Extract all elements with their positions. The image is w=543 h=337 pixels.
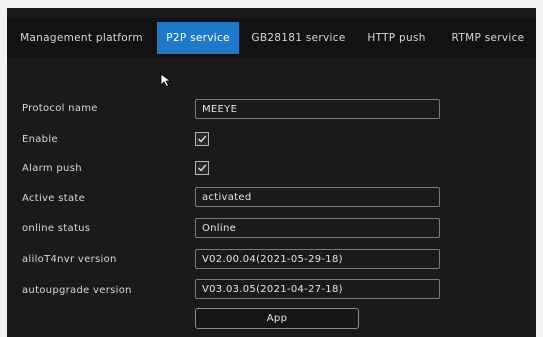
autoupgrade-version-field[interactable] — [195, 279, 440, 299]
online-status-field[interactable] — [195, 218, 440, 238]
mouse-pointer-icon — [160, 73, 172, 87]
alilo-version-field[interactable] — [195, 249, 440, 269]
protocol-name-field[interactable] — [195, 99, 440, 119]
protocol-name-label: Protocol name — [22, 103, 98, 114]
tab-gb28181-service[interactable]: GB28181 service — [247, 22, 350, 54]
tab-http-push[interactable]: HTTP push — [360, 22, 433, 54]
checkmark-icon — [198, 164, 207, 172]
settings-panel: Management platform P2P service GB28181 … — [7, 8, 536, 337]
alarm-push-checkbox[interactable] — [195, 161, 209, 175]
tab-management-platform[interactable]: Management platform — [14, 22, 149, 54]
tab-rtmp-service[interactable]: RTMP service — [443, 22, 533, 54]
enable-label: Enable — [22, 134, 58, 145]
autoupgrade-version-label: autoupgrade version — [22, 285, 132, 296]
active-state-label: Active state — [22, 193, 86, 204]
tab-p2p-service[interactable]: P2P service — [157, 22, 239, 54]
enable-checkbox[interactable] — [195, 132, 209, 146]
alilo-version-label: aliloT4nvr version — [22, 254, 117, 265]
app-button[interactable]: App — [195, 308, 359, 329]
alarm-push-label: Alarm push — [22, 163, 82, 174]
active-state-field[interactable] — [195, 187, 440, 207]
online-status-label: online status — [22, 223, 91, 234]
checkmark-icon — [198, 135, 207, 143]
tab-bar: Management platform P2P service GB28181 … — [7, 18, 536, 58]
